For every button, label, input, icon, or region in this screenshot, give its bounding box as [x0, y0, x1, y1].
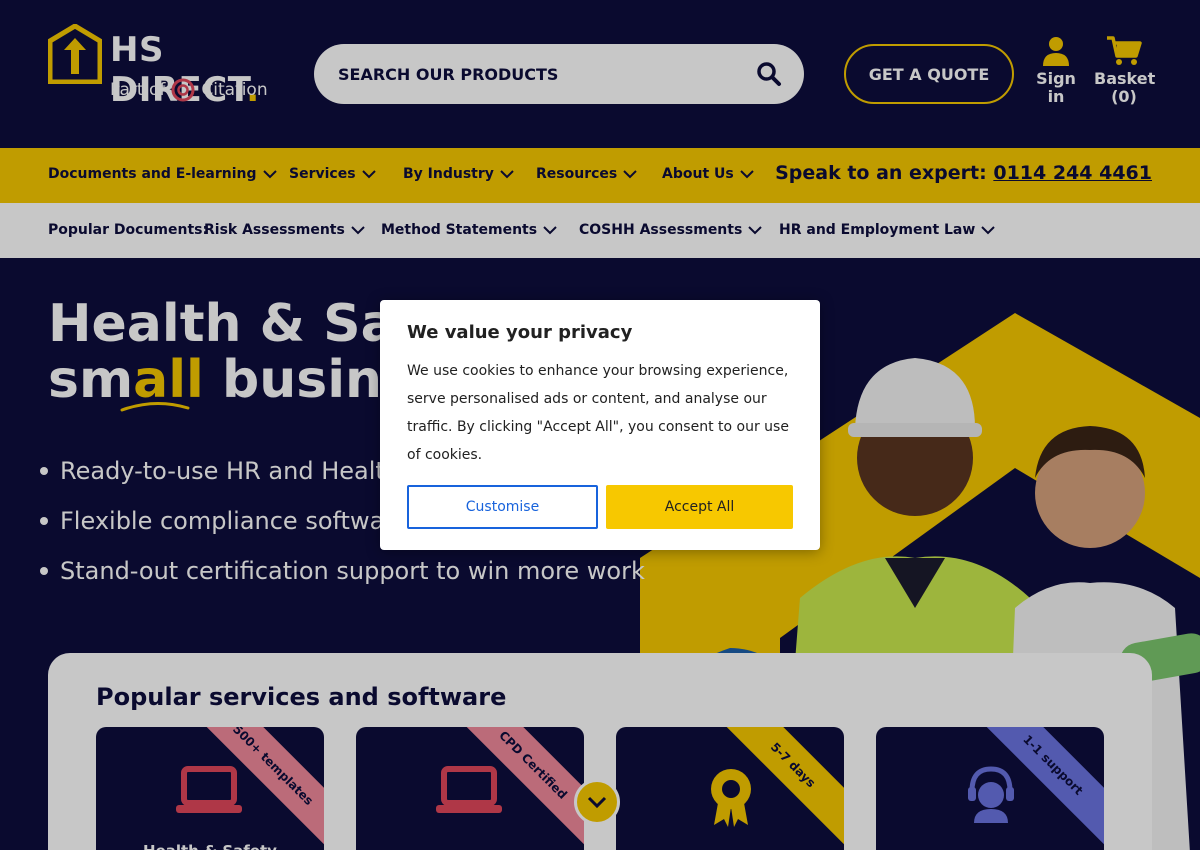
cookie-buttons: Customise Accept All: [407, 485, 793, 529]
cookie-body: We use cookies to enhance your browsing …: [407, 363, 789, 463]
cookie-consent-dialog: We value your privacy We use cookies to …: [380, 300, 820, 550]
accept-all-button[interactable]: Accept All: [606, 485, 793, 529]
cookie-title: We value your privacy: [407, 322, 633, 343]
customise-button[interactable]: Customise: [407, 485, 598, 529]
